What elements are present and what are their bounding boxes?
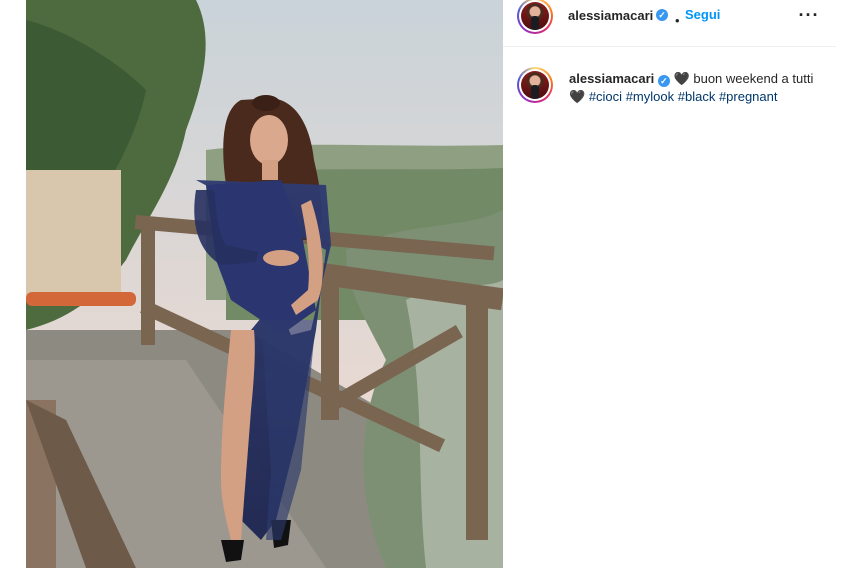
verified-badge-icon: ✓ — [656, 9, 668, 21]
caption-text-body: buon weekend a tutti — [693, 71, 814, 86]
post-caption: alessiamacari ✓ 🖤 buon weekend a tutti🖤 … — [569, 70, 819, 106]
follow-button[interactable]: Segui — [685, 7, 720, 22]
heart-emoji: 🖤 — [673, 71, 690, 86]
hashtag-pregnant[interactable]: #pregnant — [719, 89, 778, 104]
heart-emoji-2: 🖤 — [569, 89, 586, 104]
header-separator: • — [675, 13, 680, 28]
verified-badge-icon: ✓ — [657, 75, 670, 87]
caption-avatar-border — [519, 69, 551, 101]
header-avatar[interactable] — [517, 0, 553, 34]
caption-avatar-image — [521, 71, 549, 99]
caption-avatar[interactable] — [517, 67, 553, 103]
hashtag-cioci[interactable]: #cioci — [589, 89, 622, 104]
header-username[interactable]: alessiamacari — [568, 8, 653, 23]
post-photo-image — [26, 0, 503, 568]
hashtag-black[interactable]: #black — [678, 89, 716, 104]
hashtag-mylook[interactable]: #mylook — [626, 89, 674, 104]
post-photo[interactable] — [26, 0, 503, 568]
more-options-icon[interactable]: ··· — [795, 5, 823, 25]
header-avatar-border — [519, 0, 551, 32]
post-header: alessiamacari ✓ • Segui ··· — [503, 0, 836, 47]
post-side-panel: alessiamacari ✓ • Segui ··· alessiamacar… — [503, 0, 836, 568]
caption-username[interactable]: alessiamacari — [569, 71, 654, 86]
header-avatar-image — [521, 2, 549, 30]
